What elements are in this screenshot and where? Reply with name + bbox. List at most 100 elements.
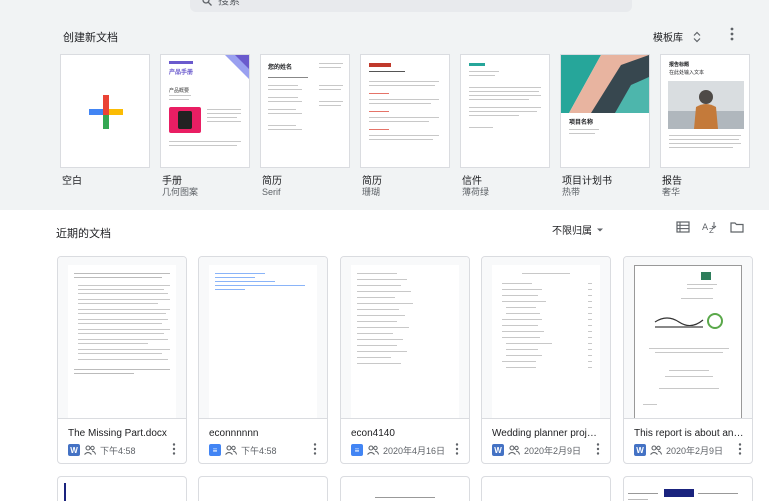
doc-thumbnail <box>482 257 610 419</box>
report-subtitle: 在此处输入文本 <box>669 70 705 76</box>
doc-date: 下午4:58 <box>241 445 277 456</box>
shared-people-icon <box>650 445 662 455</box>
template-name: 报告 <box>662 176 682 187</box>
doc-card[interactable] <box>623 476 753 501</box>
doc-thumbnail <box>624 257 752 419</box>
list-view-icon[interactable] <box>676 221 690 233</box>
svg-text:Z: Z <box>709 227 714 234</box>
doc-logo <box>701 272 711 280</box>
owner-filter-label: 不限归属 <box>552 226 592 237</box>
gallery-title: 创建新文档 <box>63 32 118 44</box>
template-sub: 奢华 <box>662 187 681 197</box>
template-name: 简历 <box>362 176 382 187</box>
shared-people-icon <box>225 445 237 455</box>
template-letter-mint[interactable] <box>460 54 550 168</box>
mint-accent <box>469 63 485 66</box>
more-vert-icon[interactable] <box>596 443 600 455</box>
doc-card[interactable] <box>57 476 187 501</box>
template-sub: 珊瑚 <box>362 187 381 197</box>
resume-name: 您的姓名 <box>268 65 293 71</box>
view-options: AZ <box>676 220 744 234</box>
svg-text:A: A <box>702 223 709 233</box>
doc-thumbnail <box>341 257 469 419</box>
shared-people-icon <box>367 445 379 455</box>
tropic-cover-art <box>561 55 649 113</box>
docs-file-icon: ≡ <box>209 444 221 456</box>
doc-card[interactable] <box>340 476 470 501</box>
template-name: 简历 <box>262 176 282 187</box>
doc-meta: ≡ 2020年4月16日 <box>351 443 445 457</box>
doc-card[interactable]: The Missing Part.docx W 下午4:58 <box>57 256 187 464</box>
template-sub: 热带 <box>562 187 581 197</box>
dropdown-arrow-icon <box>597 228 603 231</box>
search-placeholder: 搜索 <box>218 0 240 7</box>
template-resume-coral[interactable] <box>360 54 450 168</box>
template-gallery: 搜索 创建新文档 模板库 空白 产品手册 产品概要 手册 几何图案 您的姓名 简… <box>0 0 769 210</box>
doc-name: The Missing Part.docx <box>68 428 167 439</box>
word-file-icon: W <box>634 444 646 456</box>
doc-date: 下午4:58 <box>100 445 136 456</box>
folder-icon[interactable] <box>730 221 744 233</box>
coral-accent <box>369 63 391 67</box>
docs-file-icon: ≡ <box>351 444 363 456</box>
template-sub: 薄荷绿 <box>462 187 490 197</box>
report-cover-photo <box>668 81 744 129</box>
dewa-logo <box>654 313 723 329</box>
plus-icon <box>89 95 123 129</box>
doc-meta: ≡ 下午4:58 <box>209 443 277 457</box>
template-name: 手册 <box>162 176 182 187</box>
template-report[interactable]: 报告标题 在此处输入文本 <box>660 54 750 168</box>
sort-az-icon[interactable]: AZ <box>702 220 718 234</box>
word-file-icon: W <box>492 444 504 456</box>
doc-meta: W 2020年2月9日 <box>492 443 581 457</box>
shared-people-icon <box>508 445 520 455</box>
template-library-label: 模板库 <box>653 33 683 44</box>
doc-meta: W 2020年2月9日 <box>634 443 723 457</box>
brochure-brand-bar <box>169 61 193 64</box>
report-title: 报告标题 <box>669 62 690 68</box>
template-name: 信件 <box>462 176 482 187</box>
doc-name: This report is about an int... <box>634 428 744 439</box>
doc-name: Wedding planner project... <box>492 428 602 439</box>
owner-filter-dropdown[interactable]: 不限归属 <box>552 222 604 237</box>
brochure-title: 产品手册 <box>169 70 194 76</box>
doc-card[interactable]: econnnnnn ≡ 下午4:58 <box>198 256 328 464</box>
search-bar[interactable]: 搜索 <box>190 0 632 12</box>
doc-date: 2020年4月16日 <box>383 445 446 456</box>
template-sub: Serif <box>262 187 281 197</box>
shared-people-icon <box>84 445 96 455</box>
more-vert-icon[interactable] <box>455 443 459 455</box>
doc-date: 2020年2月9日 <box>524 445 582 456</box>
template-sub: 几何图案 <box>162 187 199 197</box>
template-name: 空白 <box>62 176 82 187</box>
word-file-icon: W <box>68 444 80 456</box>
brochure-corner-art <box>225 55 249 79</box>
doc-name: econ4140 <box>351 428 395 439</box>
doc-card[interactable] <box>198 476 328 501</box>
template-blank[interactable] <box>60 54 150 168</box>
more-vert-icon[interactable] <box>738 443 742 455</box>
brochure-heading: 产品概要 <box>169 88 190 94</box>
search-icon <box>202 0 212 6</box>
doc-name: econnnnnn <box>209 428 259 439</box>
phone-image <box>169 107 201 133</box>
template-brochure[interactable]: 产品手册 产品概要 <box>160 54 250 168</box>
template-resume-serif[interactable]: 您的姓名 <box>260 54 350 168</box>
proposal-title: 项目名称 <box>569 120 594 126</box>
doc-thumbnail <box>58 257 186 419</box>
doc-card[interactable] <box>481 476 611 501</box>
doc-card[interactable]: Wedding planner project... W 2020年2月9日 <box>481 256 611 464</box>
more-vert-icon[interactable] <box>729 27 735 41</box>
sort-updown-icon <box>693 31 701 42</box>
template-project-proposal[interactable]: 项目名称 <box>560 54 650 168</box>
doc-meta: W 下午4:58 <box>68 443 136 457</box>
more-vert-icon[interactable] <box>172 443 176 455</box>
doc-thumbnail <box>199 257 327 419</box>
doc-card[interactable]: This report is about an int... W 2020年2月… <box>623 256 753 464</box>
doc-card[interactable]: econ4140 ≡ 2020年4月16日 <box>340 256 470 464</box>
template-name: 项目计划书 <box>562 176 612 187</box>
doc-date: 2020年2月9日 <box>666 445 724 456</box>
recent-docs-title: 近期的文档 <box>56 228 111 240</box>
template-library-toggle[interactable]: 模板库 <box>653 29 701 44</box>
more-vert-icon[interactable] <box>313 443 317 455</box>
